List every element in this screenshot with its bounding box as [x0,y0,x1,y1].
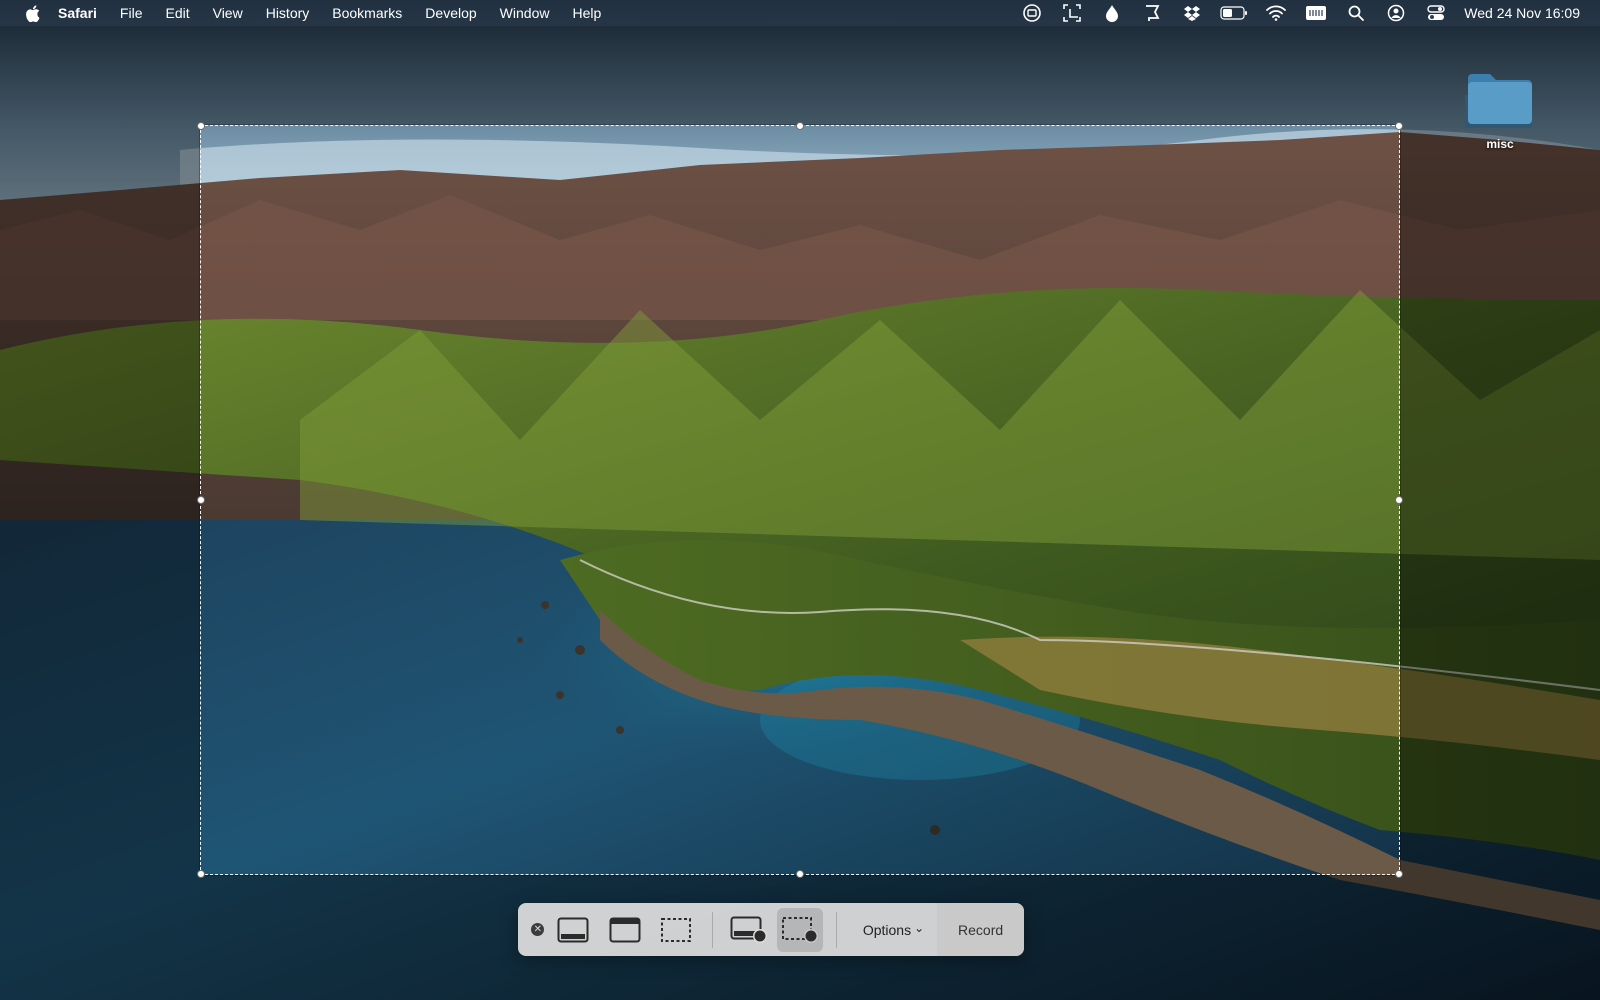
window-icon [609,917,641,942]
menu-window[interactable]: Window [488,0,561,26]
resize-handle-top-right[interactable] [1395,122,1403,130]
resize-handle-bottom-left[interactable] [197,870,205,878]
folder-label: misc [1486,137,1514,151]
dropbox-icon[interactable] [1179,0,1205,26]
resize-handle-right[interactable] [1395,496,1403,504]
menu-history[interactable]: History [254,0,321,26]
drop-icon[interactable] [1099,0,1125,26]
menu-bar: Safari File Edit View History Bookmarks … [0,0,1600,26]
menu-help[interactable]: Help [561,0,613,26]
entire-screen-icon [557,917,589,942]
apple-menu-icon[interactable] [21,0,43,26]
options-menu-button[interactable]: Options ⌄ [847,903,937,956]
user-account-icon[interactable] [1383,0,1409,26]
menu-bar-status-area: Wed 24 Nov 16:09 [1012,0,1600,26]
wifi-icon[interactable] [1263,0,1289,26]
record-screen-icon [730,916,767,943]
toolbar-divider [712,911,713,948]
screen-mirroring-icon[interactable] [1019,0,1045,26]
record-button[interactable]: Record [937,903,1024,956]
resize-handle-top[interactable] [796,122,804,130]
record-entire-screen-button[interactable] [726,903,771,956]
menu-file[interactable]: File [108,0,154,26]
menu-app-safari[interactable]: Safari [58,0,108,26]
screenshot-toolbar: ✕ Options ⌄ Record [518,903,1024,956]
control-center-icon[interactable] [1423,0,1449,26]
desktop-folder-misc[interactable]: misc [1462,70,1538,151]
resize-handle-top-left[interactable] [197,122,205,130]
flag-tag-icon[interactable] [1139,0,1165,26]
screenshot-crop-icon[interactable] [1059,0,1085,26]
folder-icon [1468,74,1532,124]
menu-bookmarks[interactable]: Bookmarks [321,0,414,26]
selection-icon [661,917,692,942]
record-selection-icon [782,916,819,943]
capture-selected-portion-button[interactable] [654,903,699,956]
menu-bar-clock[interactable]: Wed 24 Nov 16:09 [1464,5,1580,21]
options-label: Options [862,921,912,938]
battery-icon[interactable] [1219,0,1249,26]
selection-rectangle[interactable] [197,122,1403,878]
resize-handle-left[interactable] [197,496,205,504]
record-selected-portion-button[interactable] [777,907,823,952]
menu-develop[interactable]: Develop [414,0,488,26]
menu-view[interactable]: View [201,0,254,26]
close-toolbar-button[interactable]: ✕ [528,903,548,956]
spotlight-search-icon[interactable] [1343,0,1369,26]
resize-handle-bottom[interactable] [796,870,804,878]
toolbar-divider [835,911,837,948]
capture-entire-screen-button[interactable] [551,903,596,956]
keyboard-input-icon[interactable] [1303,0,1329,26]
resize-handle-bottom-right[interactable] [1395,870,1403,878]
menu-edit[interactable]: Edit [154,0,201,26]
capture-selected-window-button[interactable] [602,903,647,956]
close-icon: ✕ [531,923,545,936]
chevron-down-icon: ⌄ [914,920,925,935]
